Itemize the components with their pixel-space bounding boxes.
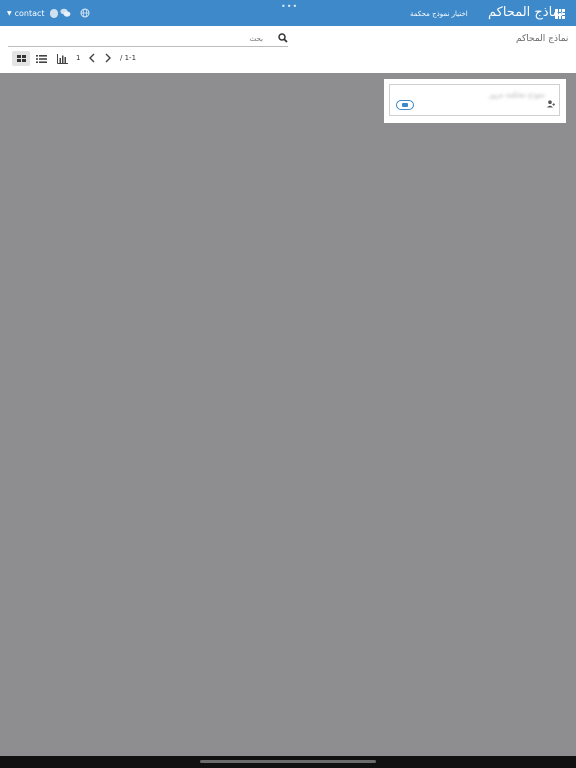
chevron-left-icon[interactable]	[88, 53, 96, 63]
user-plus-icon[interactable]	[547, 100, 555, 108]
kanban-card[interactable]: نموذج محكمة مرور	[389, 84, 560, 116]
pager-range: / 1-1	[120, 54, 137, 62]
card-badge[interactable]	[396, 100, 414, 110]
home-indicator[interactable]	[200, 760, 376, 763]
pager-page-number: 1	[76, 54, 81, 62]
apps-grid-icon[interactable]	[555, 9, 565, 19]
content-area: نموذج محكمة مرور	[0, 73, 576, 756]
caret-down-icon: ▼	[7, 10, 12, 17]
multitask-dots-icon[interactable]: •••	[281, 3, 298, 11]
kanban-view-button[interactable]	[12, 51, 30, 66]
breadcrumb[interactable]: نماذج المحاكم	[516, 33, 568, 45]
search-icon[interactable]	[278, 33, 288, 43]
app-title: نماذج المحاكم	[488, 5, 564, 20]
search-bar[interactable]	[8, 33, 288, 47]
card-title: نموذج محكمة مرور	[488, 91, 545, 99]
graph-view-icon[interactable]	[57, 54, 68, 64]
globe-icon[interactable]	[80, 8, 90, 18]
chat-icon[interactable]	[60, 8, 71, 18]
top-navbar: ••• ▼ contact اختيار نموذج محكمة نماذج ا…	[0, 0, 576, 26]
kanban-card-container: نموذج محكمة مرور	[384, 79, 566, 123]
contact-label: contact	[14, 9, 45, 18]
grid-icon	[17, 55, 26, 62]
search-input[interactable]	[8, 33, 263, 45]
avatar	[49, 9, 58, 18]
contact-menu[interactable]: ▼ contact	[7, 8, 58, 19]
chevron-right-icon[interactable]	[104, 53, 112, 63]
select-court-form-link[interactable]: اختيار نموذج محكمة	[410, 9, 468, 19]
list-view-icon[interactable]	[36, 55, 47, 63]
control-panel: نماذج المحاكم 1 / 1-1	[0, 26, 576, 73]
system-bar	[0, 756, 576, 768]
